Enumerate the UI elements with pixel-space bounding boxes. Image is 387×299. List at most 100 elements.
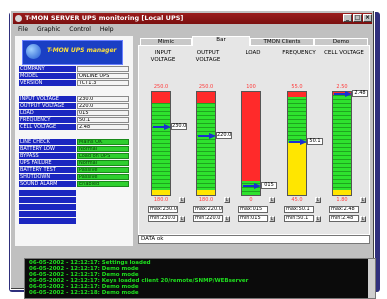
status-list: LINE CHECK Mains OK BATTERY LOW Normal BYPAS… bbox=[19, 139, 131, 188]
row-label: INPUT VOLTAGE bbox=[19, 96, 76, 102]
log-scrollbar[interactable] bbox=[368, 259, 375, 298]
gauge-alarm-zone bbox=[242, 92, 260, 182]
menu-graphic[interactable]: Graphic bbox=[37, 26, 60, 33]
gauge-max-reading: max:220.0 bbox=[193, 206, 223, 213]
tab-tmon-clients[interactable]: TMON Clients bbox=[250, 38, 314, 45]
menu-help[interactable]: Help bbox=[100, 26, 114, 33]
maximize-button[interactable]: □ bbox=[353, 14, 362, 22]
gauge-column: LOAD 100 0 015 max:015 min:015 L L bbox=[231, 46, 277, 231]
info-row: FREQUENCY 50.1 bbox=[19, 117, 131, 123]
reset-min-button[interactable]: L bbox=[224, 216, 230, 222]
app-icon bbox=[15, 15, 22, 22]
gauge-warning-zone bbox=[152, 189, 170, 195]
gauge-alarm-zone bbox=[288, 92, 306, 98]
tab-bar[interactable]: Bar bbox=[192, 36, 250, 46]
gauge-max-reading: max:50.1 bbox=[284, 206, 314, 213]
title-bar: T-MON SERVER UPS monitoring [Local UPS] … bbox=[13, 13, 372, 24]
info-row: BATTERY LOW Normal bbox=[19, 146, 131, 152]
gauge-label-line: CELL VOLTAGE bbox=[324, 50, 364, 56]
event-log[interactable]: 06-05-2002 - 12:12:17: Settings loaded 06… bbox=[24, 258, 376, 299]
close-button[interactable]: × bbox=[363, 14, 372, 22]
gauge-bar bbox=[196, 91, 216, 196]
row-label: SOUND ALARM bbox=[19, 181, 76, 187]
empty-row bbox=[19, 218, 131, 224]
reset-min-button[interactable]: L bbox=[269, 216, 275, 222]
row-value bbox=[77, 66, 129, 72]
info-row: COMPANY bbox=[19, 66, 131, 72]
info-row: VERSION TCT1.3 bbox=[19, 80, 131, 86]
gauge-alarm-zone bbox=[152, 92, 170, 103]
row-value: 220.0 bbox=[77, 103, 129, 109]
gauge-pointer-icon bbox=[300, 139, 307, 146]
gauge-max-label: 2.50 bbox=[336, 84, 348, 90]
gauge-bar bbox=[151, 91, 171, 196]
reset-min-button[interactable]: L bbox=[360, 216, 366, 222]
row-label: SHUTDOWN bbox=[19, 174, 76, 180]
row-label: BATTERY TEST bbox=[19, 167, 76, 173]
gauge-max-reading: max:2.48 bbox=[329, 206, 359, 213]
row-label: BATTERY LOW bbox=[19, 146, 76, 152]
window-title: T-MON SERVER UPS monitoring [Local UPS] bbox=[25, 14, 184, 22]
gauge-pointer-icon bbox=[254, 182, 261, 189]
row-value: Passive bbox=[77, 174, 129, 180]
empty-row bbox=[19, 190, 131, 196]
row-label: LINE CHECK bbox=[19, 139, 76, 145]
gauge-bar bbox=[241, 91, 261, 196]
gauge-column: OUTPUT VOLTAGE 250.0 180.0 220.0 max:220.0 min… bbox=[186, 46, 232, 231]
menu-file[interactable]: File bbox=[18, 26, 28, 33]
row-value: 50.1 bbox=[77, 117, 129, 123]
gauge-value: 220.0 bbox=[216, 132, 232, 140]
row-label: LOAD bbox=[19, 110, 76, 116]
gauge-label: LOAD bbox=[231, 50, 275, 57]
gauge-min-reading: min:015 bbox=[238, 215, 268, 222]
row-value: Load on UPS bbox=[77, 153, 129, 159]
tab-mimic[interactable]: Mimic bbox=[140, 38, 192, 45]
gauge-label-line: OUTPUT bbox=[196, 50, 220, 56]
tab-demo[interactable]: Demo bbox=[314, 38, 368, 45]
gauge-pointer-icon bbox=[345, 91, 352, 98]
info-row: OUTPUT VOLTAGE 220.0 bbox=[19, 103, 131, 109]
gauge-label-line: INPUT bbox=[154, 50, 172, 56]
gauge-column: INPUT VOLTAGE 250.0 180.0 230.0 max:230.0 min:… bbox=[141, 46, 187, 231]
empty-row bbox=[19, 204, 131, 210]
reset-min-button[interactable]: L bbox=[315, 216, 321, 222]
gauge-max-reading: max:230.0 bbox=[148, 206, 178, 213]
gauge-min-reading: min:220.0 bbox=[193, 215, 223, 222]
row-label: COMPANY bbox=[19, 66, 76, 72]
minimize-button[interactable]: _ bbox=[343, 14, 352, 22]
row-label: FREQUENCY bbox=[19, 117, 76, 123]
menu-control[interactable]: Control bbox=[69, 26, 91, 33]
gauge-min-reading: min:230.0 bbox=[148, 215, 178, 222]
row-value: Passive bbox=[77, 167, 129, 173]
gauge-max-label: 55.0 bbox=[291, 84, 303, 90]
reset-max-button[interactable]: L bbox=[269, 197, 275, 203]
gauge-max-label: 250.0 bbox=[153, 84, 169, 90]
gauge-min-reading: min:50.1 bbox=[284, 215, 314, 222]
row-value: Enabled bbox=[77, 181, 129, 187]
reset-max-button[interactable]: L bbox=[179, 197, 185, 203]
reset-min-button[interactable]: L bbox=[179, 216, 185, 222]
gauge-warning-zone bbox=[197, 189, 215, 195]
info-panel: T-MON UPS manager COMPANY MODEL ONLINE UPS… bbox=[15, 36, 133, 246]
row-value: Normal bbox=[77, 160, 129, 166]
info-row: UPS FAILURE Normal bbox=[19, 160, 131, 166]
measure-list: INPUT VOLTAGE 230.0 OUTPUT VOLTAGE 220.0 LOA… bbox=[19, 96, 131, 131]
gauge-min-label: 45.0 bbox=[291, 197, 303, 203]
gauge-label-line: LOAD bbox=[245, 50, 261, 56]
gauge-min-label: 180.0 bbox=[153, 197, 169, 203]
reset-max-button[interactable]: L bbox=[224, 197, 230, 203]
gauge-max-label: 100 bbox=[246, 84, 256, 90]
gauge-value: 2.48 bbox=[352, 90, 368, 98]
gauge-min-label: 0 bbox=[249, 197, 253, 203]
info-row: BATTERY TEST Passive bbox=[19, 167, 131, 173]
info-row: BYPASS Load on UPS bbox=[19, 153, 131, 159]
info-row: SOUND ALARM Enabled bbox=[19, 181, 131, 187]
gauge-warning-zone bbox=[288, 142, 306, 195]
row-value: 230.0 bbox=[77, 96, 129, 102]
row-label: CELL VOLTAGE bbox=[19, 124, 76, 130]
gauge-value: 230.0 bbox=[171, 122, 187, 130]
reset-max-button[interactable]: L bbox=[360, 197, 366, 203]
row-value: 015 bbox=[77, 110, 129, 116]
reset-max-button[interactable]: L bbox=[315, 197, 321, 203]
gauge-warning-zone bbox=[333, 189, 351, 195]
